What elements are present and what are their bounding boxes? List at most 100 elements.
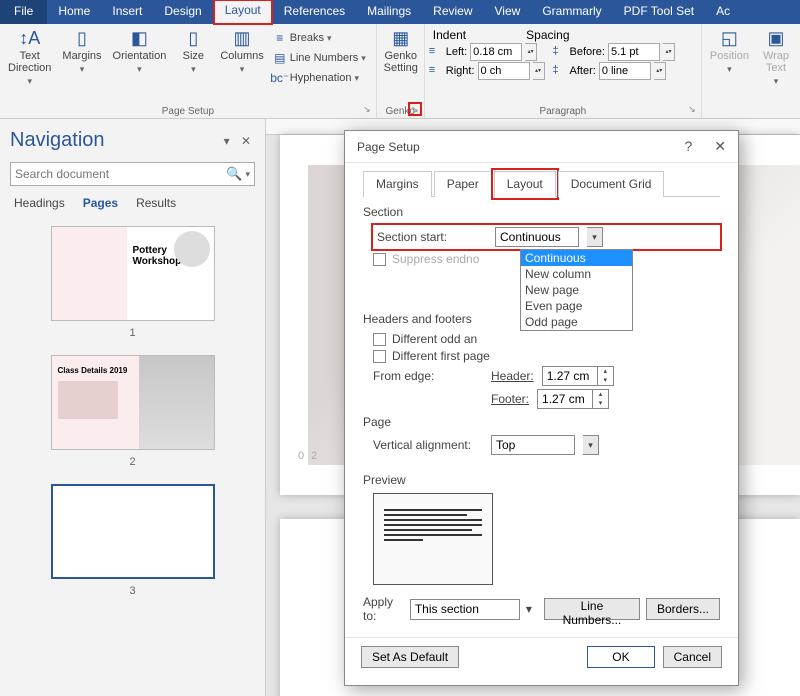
line-numbers-dialog-button[interactable]: Line Numbers... — [544, 598, 640, 620]
set-as-default-button[interactable]: Set As Default — [361, 646, 459, 668]
tab-review[interactable]: Review — [422, 0, 483, 24]
nav-close-icon[interactable]: ✕ — [241, 134, 255, 148]
spacing-after-label: After: — [570, 65, 596, 77]
diff-odd-even-label: Different odd an — [392, 332, 477, 346]
wrap-text-button[interactable]: ▣Wrap Text▾ — [756, 26, 796, 89]
option-new-column[interactable]: New column — [521, 266, 632, 282]
spacing-after-spinner[interactable]: ▴▾ — [654, 62, 666, 80]
page-thumbnail-2[interactable]: Class Details 2019 — [51, 355, 215, 450]
nav-tab-results[interactable]: Results — [136, 196, 176, 210]
apply-to-dropdown-icon[interactable]: ▾ — [526, 602, 532, 616]
hyphenation-button[interactable]: bc⁻Hyphenation▾ — [271, 70, 368, 86]
margins-label: Margins — [62, 50, 101, 62]
page-setup-launcher[interactable]: ↘ — [360, 102, 374, 116]
valign-dropdown-icon[interactable]: ▾ — [583, 435, 599, 455]
text-direction-button[interactable]: ↕A Text Direction▾ — [4, 26, 55, 89]
tab-pdf-tool-set[interactable]: PDF Tool Set — [613, 0, 705, 24]
dialog-close-icon[interactable]: ✕ — [714, 138, 726, 155]
page-setup-dialog: Page Setup ? ✕ Margins Paper Layout Docu… — [344, 130, 739, 686]
dialog-tab-layout[interactable]: Layout — [494, 171, 556, 197]
diff-odd-even-checkbox[interactable] — [373, 333, 386, 346]
tab-references[interactable]: References — [273, 0, 356, 24]
nav-tab-headings[interactable]: Headings — [14, 196, 65, 210]
search-icon[interactable]: 🔍 — [226, 166, 242, 182]
dialog-titlebar: Page Setup ? ✕ — [345, 131, 738, 163]
option-odd-page[interactable]: Odd page — [521, 314, 632, 330]
valign-select[interactable] — [491, 435, 575, 455]
tab-home[interactable]: Home — [47, 0, 101, 24]
spacing-before-label: Before: — [570, 46, 605, 58]
orientation-icon: ◧ — [129, 28, 149, 48]
genko-button[interactable]: ▦ Genko Setting — [381, 26, 421, 76]
option-even-page[interactable]: Even page — [521, 298, 632, 314]
tab-mailings[interactable]: Mailings — [356, 0, 422, 24]
footer-input[interactable] — [537, 389, 593, 409]
ok-button[interactable]: OK — [587, 646, 654, 668]
apply-to-select[interactable] — [410, 599, 520, 620]
indent-left-input[interactable] — [470, 43, 522, 61]
nav-tab-pages[interactable]: Pages — [83, 196, 118, 210]
tab-insert[interactable]: Insert — [101, 0, 153, 24]
search-input[interactable] — [15, 167, 226, 181]
spacing-before-input[interactable] — [608, 43, 660, 61]
indent-right-spinner[interactable]: ▴▾ — [533, 62, 545, 80]
dialog-tab-margins[interactable]: Margins — [363, 171, 432, 197]
apply-to-label: Apply to: — [363, 595, 404, 623]
cancel-button[interactable]: Cancel — [663, 646, 722, 668]
suppress-endnotes-checkbox[interactable] — [373, 253, 386, 266]
page-thumbnail-3[interactable] — [51, 484, 215, 579]
size-button[interactable]: ▯ Size▾ — [173, 26, 213, 77]
breaks-button[interactable]: ≡Breaks▾ — [271, 30, 368, 46]
orientation-button[interactable]: ◧ Orientation▾ — [109, 26, 171, 77]
margins-button[interactable]: ▯ Margins▾ — [58, 26, 105, 77]
indent-right-input[interactable] — [478, 62, 530, 80]
header-input[interactable] — [542, 366, 598, 386]
nav-dropdown-icon[interactable]: ▾ — [224, 134, 234, 148]
dialog-body: Margins Paper Layout Document Grid Secti… — [345, 163, 738, 637]
dialog-help-icon[interactable]: ? — [684, 138, 692, 155]
footer-spinner[interactable]: ▴▾ — [593, 389, 609, 409]
option-new-page[interactable]: New page — [521, 282, 632, 298]
position-button[interactable]: ◱Position▾ — [706, 26, 753, 77]
tab-layout[interactable]: Layout — [213, 0, 273, 25]
thumb3-label: 3 — [129, 585, 135, 597]
indent-left-spinner[interactable]: ▴▾ — [525, 43, 537, 61]
borders-dialog-button[interactable]: Borders... — [646, 598, 720, 620]
suppress-endnotes-label: Suppress endno — [392, 252, 479, 266]
genko-launcher[interactable]: ↘ — [408, 102, 422, 116]
tab-view[interactable]: View — [484, 0, 532, 24]
diff-first-page-checkbox[interactable] — [373, 350, 386, 363]
spacing-before-spinner[interactable]: ▴▾ — [663, 43, 675, 61]
columns-icon: ▥ — [232, 28, 252, 48]
navigation-pane: Navigation ▾ ✕ 🔍▾ Headings Pages Results… — [0, 119, 266, 696]
tab-overflow[interactable]: Ac — [705, 0, 741, 24]
line-numbers-button[interactable]: ▤Line Numbers▾ — [271, 50, 368, 66]
group-genko: ▦ Genko Setting Genko ↘ — [377, 24, 425, 118]
columns-button[interactable]: ▥ Columns▾ — [216, 26, 267, 77]
search-box[interactable]: 🔍▾ — [10, 162, 255, 186]
option-continuous[interactable]: Continuous — [521, 250, 632, 266]
tab-file[interactable]: File — [0, 0, 47, 24]
paragraph-launcher[interactable]: ↘ — [685, 102, 699, 116]
tab-design[interactable]: Design — [153, 0, 212, 24]
section-start-dropdown-icon[interactable]: ▾ — [587, 227, 603, 247]
dialog-tab-document-grid[interactable]: Document Grid — [558, 171, 665, 197]
tab-grammarly[interactable]: Grammarly — [531, 0, 612, 24]
thumb2-label: 2 — [129, 456, 135, 468]
genko-label: Genko Setting — [384, 50, 418, 74]
spacing-after-input[interactable] — [599, 62, 651, 80]
ribbon-body: ↕A Text Direction▾ ▯ Margins▾ ◧ Orientat… — [0, 24, 800, 119]
page-setup-group-label: Page Setup — [4, 104, 372, 118]
margins-icon: ▯ — [72, 28, 92, 48]
breaks-icon: ≡ — [273, 31, 287, 45]
spacing-before-icon: ‡ — [553, 45, 567, 59]
thumb1-label: 1 — [129, 327, 135, 339]
section-start-select[interactable] — [495, 227, 579, 247]
text-direction-icon: ↕A — [20, 28, 40, 48]
dialog-tab-paper[interactable]: Paper — [434, 171, 492, 197]
line-numbers-label: Line Numbers — [290, 52, 358, 64]
spacing-after-icon: ‡ — [553, 64, 567, 78]
header-spinner[interactable]: ▴▾ — [598, 366, 614, 386]
page-thumbnail-1[interactable]: Pottery Workshops — [51, 226, 215, 321]
search-dropdown-icon[interactable]: ▾ — [245, 169, 250, 180]
